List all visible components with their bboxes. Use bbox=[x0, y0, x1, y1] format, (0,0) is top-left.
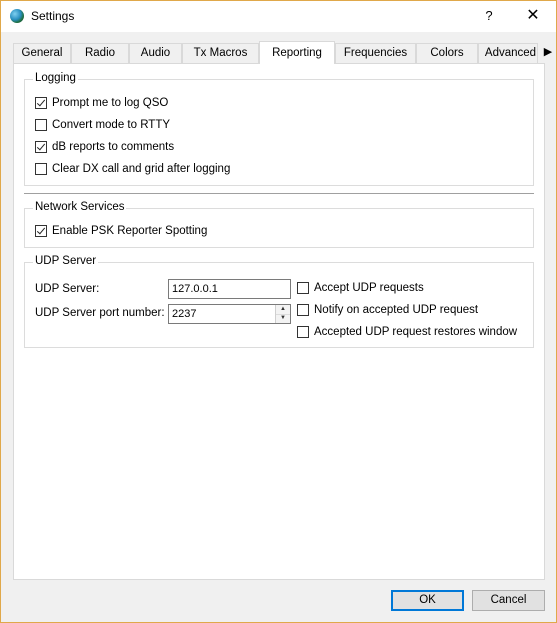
tab-scroll-right-icon[interactable]: ▶ bbox=[537, 43, 556, 63]
app-globe-icon bbox=[10, 9, 24, 23]
tab-radio[interactable]: Radio bbox=[71, 43, 129, 63]
window-title: Settings bbox=[31, 9, 75, 23]
checkbox-box[interactable] bbox=[35, 225, 47, 237]
checkbox-label: Clear DX call and grid after logging bbox=[52, 163, 231, 175]
tab-general[interactable]: General bbox=[13, 43, 71, 63]
udp-server-input[interactable]: 127.0.0.1 bbox=[168, 279, 291, 299]
tab-colors[interactable]: Colors bbox=[416, 43, 478, 63]
spin-down-icon[interactable]: ▼ bbox=[276, 314, 290, 323]
network-services-group: Network Services Enable PSK Reporter Spo… bbox=[24, 201, 534, 248]
logging-group-title: Logging bbox=[33, 72, 78, 84]
title-bar: Settings ? ✕ bbox=[1, 1, 556, 32]
checkbox-label: dB reports to comments bbox=[52, 141, 175, 153]
network-group-title: Network Services bbox=[33, 201, 127, 213]
checkbox-box[interactable] bbox=[297, 326, 309, 338]
tab-frequencies[interactable]: Frequencies bbox=[335, 43, 416, 63]
ok-button[interactable]: OK bbox=[391, 590, 464, 611]
tab-tx-macros[interactable]: Tx Macros bbox=[182, 43, 259, 63]
spin-arrows: ▲ ▼ bbox=[275, 305, 290, 323]
checkbox-box[interactable] bbox=[35, 97, 47, 109]
checkbox-box[interactable] bbox=[297, 282, 309, 294]
help-button[interactable]: ? bbox=[477, 5, 501, 27]
udp-port-label: UDP Server port number: bbox=[35, 307, 165, 319]
checkbox-box[interactable] bbox=[35, 141, 47, 153]
tab-audio[interactable]: Audio bbox=[129, 43, 182, 63]
checkbox-label: Prompt me to log QSO bbox=[52, 97, 169, 109]
udp-port-spinbox[interactable]: 2237 ▲ ▼ bbox=[168, 304, 291, 324]
udp-port-value: 2237 bbox=[172, 308, 197, 320]
close-button[interactable]: ✕ bbox=[520, 5, 546, 27]
udp-group-title: UDP Server bbox=[33, 255, 99, 267]
separator bbox=[24, 193, 534, 195]
checkbox-label: Accepted UDP request restores window bbox=[314, 326, 518, 338]
udp-server-group: UDP Server UDP Server: 127.0.0.1 UDP Ser… bbox=[24, 255, 534, 348]
tab-reporting[interactable]: Reporting bbox=[259, 41, 335, 64]
checkbox-label: Convert mode to RTTY bbox=[52, 119, 171, 131]
checkbox-label: Notify on accepted UDP request bbox=[314, 304, 479, 316]
checkbox-label: Accept UDP requests bbox=[314, 282, 424, 294]
logging-group: Logging Prompt me to log QSO Convert mod… bbox=[24, 72, 534, 186]
checkbox-box[interactable] bbox=[35, 119, 47, 131]
cancel-button[interactable]: Cancel bbox=[472, 590, 545, 611]
checkbox-label: Enable PSK Reporter Spotting bbox=[52, 225, 208, 237]
udp-server-label: UDP Server: bbox=[35, 283, 100, 295]
tab-bar: General Radio Audio Tx Macros Reporting … bbox=[13, 41, 556, 64]
reporting-panel: Logging Prompt me to log QSO Convert mod… bbox=[13, 63, 545, 580]
tab-advanced[interactable]: Advanced bbox=[478, 43, 543, 63]
settings-dialog: Settings ? ✕ General Radio Audio Tx Macr… bbox=[0, 0, 557, 623]
checkbox-box[interactable] bbox=[35, 163, 47, 175]
checkbox-box[interactable] bbox=[297, 304, 309, 316]
